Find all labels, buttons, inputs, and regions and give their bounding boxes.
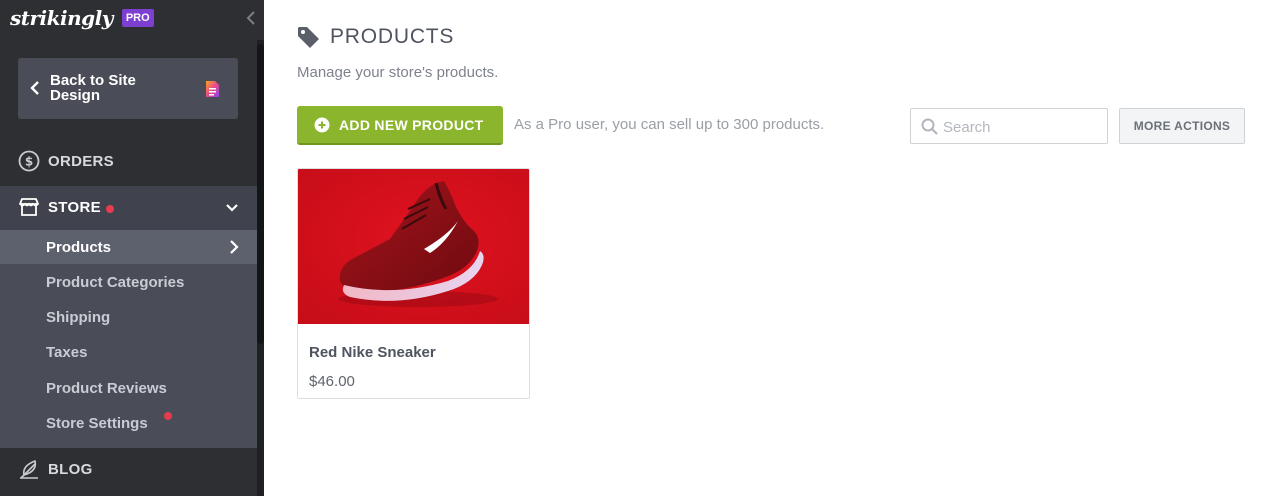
sidebar-item-label: Product Reviews	[46, 380, 167, 397]
sidebar-item-products[interactable]: Products	[0, 230, 257, 264]
sidebar-item-store-settings[interactable]: Store Settings	[0, 406, 257, 440]
product-price: $46.00	[309, 373, 355, 390]
sidebar-item-product-categories[interactable]: Product Categories	[0, 265, 257, 299]
sidebar-item-label: Product Categories	[46, 274, 185, 291]
nav-orders-label: ORDERS	[48, 153, 114, 170]
back-chevron-icon	[30, 81, 39, 95]
product-card[interactable]: Red Nike Sneaker $46.00	[297, 168, 530, 399]
sidebar-item-label: Shipping	[46, 309, 111, 326]
collapse-chevron-icon[interactable]	[246, 10, 256, 26]
pro-badge: PRO	[121, 9, 154, 27]
sidebar-item-label: Store Settings	[46, 415, 148, 432]
nav-blog-label: BLOG	[48, 461, 93, 478]
pro-limit-note: As a Pro user, you can sell up to 300 pr…	[514, 116, 825, 133]
store-notification-dot	[106, 205, 114, 213]
nav-store[interactable]: STORE	[0, 186, 257, 230]
strikingly-logo[interactable]: strikingly	[10, 6, 113, 30]
page-subtitle: Manage your store's products.	[297, 64, 499, 81]
sidebar-item-taxes[interactable]: Taxes	[0, 335, 257, 369]
sidebar-item-label: Taxes	[46, 344, 88, 361]
nav-orders[interactable]: $ ORDERS	[0, 145, 257, 177]
back-to-site-design-button[interactable]: Back to Site Design	[18, 58, 238, 119]
search-icon	[921, 118, 938, 135]
sidebar-scrollbar-thumb[interactable]	[257, 44, 264, 344]
main-content: PRODUCTS Manage your store's products. A…	[264, 0, 1271, 496]
storefront-icon	[19, 198, 39, 216]
chevron-right-icon	[230, 240, 239, 254]
add-new-product-button[interactable]: ADD NEW PRODUCT	[297, 106, 503, 145]
sidebar-item-label: Products	[46, 239, 112, 256]
chevron-down-icon[interactable]	[225, 203, 239, 213]
page-header: PRODUCTS	[297, 24, 454, 50]
tag-icon	[298, 26, 319, 48]
nav-blog[interactable]: BLOG	[0, 452, 257, 486]
sidebar: strikingly PRO Back to Site Design $ ORD…	[0, 0, 264, 496]
add-new-product-label: ADD NEW PRODUCT	[339, 117, 484, 133]
search-input[interactable]	[943, 115, 1098, 139]
plus-circle-icon	[314, 117, 330, 133]
store-submenu: Products Product Categories Shipping Tax…	[0, 230, 257, 448]
nav-store-label: STORE	[48, 199, 101, 216]
sidebar-item-product-reviews[interactable]: Product Reviews	[0, 371, 257, 405]
search-box	[910, 108, 1108, 144]
sidebar-scrollbar[interactable]	[257, 40, 264, 496]
document-icon	[206, 81, 219, 97]
product-image	[298, 169, 529, 324]
logo-row: strikingly PRO	[10, 5, 154, 31]
sidebar-item-shipping[interactable]: Shipping	[0, 300, 257, 334]
feather-pen-icon	[20, 460, 38, 479]
product-name: Red Nike Sneaker	[309, 344, 436, 361]
svg-text:$: $	[25, 155, 33, 169]
store-settings-notification-dot	[164, 412, 172, 420]
dollar-circle-icon: $	[18, 150, 40, 172]
back-button-label: Back to Site Design	[50, 72, 136, 104]
more-actions-button[interactable]: MORE ACTIONS	[1119, 108, 1245, 144]
page-title: PRODUCTS	[330, 25, 455, 48]
app-window: strikingly PRO Back to Site Design $ ORD…	[0, 0, 1271, 496]
